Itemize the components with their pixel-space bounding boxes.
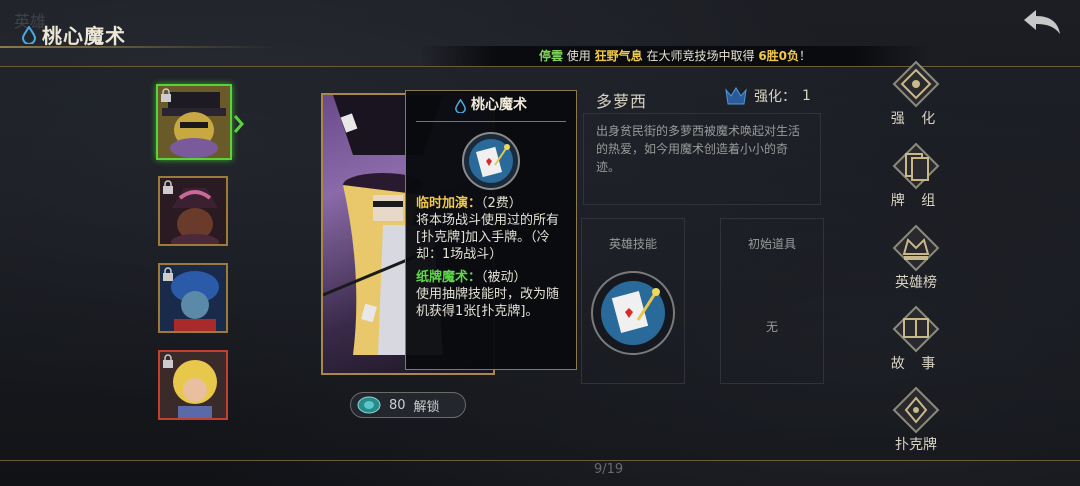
water-drop-icon: [455, 98, 466, 113]
menu-strengthen-label: 强 化: [890, 111, 942, 127]
skill1-block: 临时加演：（2费） 将本场战斗使用过的所有[扑克牌]加入手牌。（冷却：1场战斗）: [416, 195, 566, 263]
marquee-hero: 狂野气息: [594, 49, 643, 63]
strength-label: 强化：: [754, 89, 796, 105]
hero-description: 出身贫民街的多萝西被魔术唤起对生活的热爱，如今用魔术创造着小小的奇迹。: [583, 113, 821, 205]
skill1-name: 临时加演：: [416, 196, 482, 211]
lock-icon: [163, 354, 173, 368]
unlock-label: 解锁: [413, 399, 440, 415]
menu-strengthen[interactable]: 强 化: [884, 60, 948, 128]
page-title-text: 桃心魔术: [42, 24, 126, 48]
back-arrow-icon: [1024, 10, 1060, 34]
selection-arrow-icon: [234, 115, 244, 133]
card-skill-icon[interactable]: [590, 270, 676, 356]
unlock-button[interactable]: 80 解锁: [350, 392, 466, 418]
unlock-cost: 80: [389, 397, 406, 413]
lock-icon: [163, 180, 173, 194]
menu-deck[interactable]: 牌 组: [884, 142, 948, 210]
poker-icon: [892, 386, 940, 434]
marquee-player: 停雲: [538, 49, 563, 63]
card-skill-icon: [462, 132, 520, 190]
menu-leaderboard[interactable]: 英雄榜: [884, 224, 948, 292]
marquee-middle: 在大师竞技场中取得: [646, 49, 755, 63]
hero-slot-4[interactable]: [158, 350, 228, 420]
hero-slot-2[interactable]: [158, 176, 228, 246]
coin-icon: [357, 396, 381, 414]
back-button[interactable]: [1020, 6, 1064, 38]
skill2-name: 纸牌魔术：: [416, 270, 482, 285]
hero-skill-box: 英雄技能: [581, 218, 685, 384]
tooltip-title-text: 桃心魔术: [471, 97, 527, 113]
lock-icon: [163, 267, 173, 281]
marquee-record: 6胜0负: [758, 49, 800, 63]
skill2-type: （被动）: [481, 270, 527, 285]
menu-deck-label: 牌 组: [890, 193, 942, 209]
skill1-cost: （2费）: [481, 196, 522, 211]
marquee-end: ！: [799, 49, 812, 63]
page-title: 桃心魔术: [22, 20, 126, 49]
start-item-label: 初始道具: [747, 237, 796, 251]
hero-name: 多萝西: [596, 92, 648, 111]
tooltip-title: 桃心魔术: [416, 97, 566, 114]
menu-story-label: 故 事: [890, 356, 942, 372]
menu-leaderboard-label: 英雄榜: [895, 275, 937, 291]
menu-poker[interactable]: 扑克牌: [884, 386, 948, 454]
skill2-desc: 使用抽牌技能时，改为随机获得1张[扑克牌]。: [416, 287, 560, 319]
skill1-desc: 将本场战斗使用过的所有[扑克牌]加入手牌。（冷却：1场战斗）: [416, 213, 560, 262]
crown-icon: [725, 87, 747, 105]
hero-slot-1[interactable]: [156, 84, 232, 160]
frame-bottom-line: [0, 460, 1080, 461]
skill-tooltip: 桃心魔术 临时加演：（2费） 将本场战斗使用过的所有[扑克牌]加入手牌。（冷却：…: [405, 90, 577, 370]
strength-value: 1: [802, 88, 811, 104]
announcement-marquee: 停雲 使用 狂野气息 在大师竞技场中取得 6胜0负！: [420, 46, 930, 66]
header-rule: [0, 46, 280, 48]
strengthen-icon: [892, 60, 940, 108]
tooltip-divider: [416, 117, 566, 125]
strength-indicator: 强化： 1: [724, 86, 811, 106]
marquee-verb: 使用: [566, 49, 591, 63]
menu-story[interactable]: 故 事: [884, 305, 948, 373]
menu-poker-label: 扑克牌: [895, 437, 937, 453]
start-item-none: 无: [765, 320, 778, 334]
story-icon: [892, 305, 940, 353]
deck-icon: [892, 142, 940, 190]
start-item-box: 初始道具 无: [720, 218, 824, 384]
leaderboard-icon: [892, 224, 940, 272]
hero-skill-label: 英雄技能: [608, 237, 657, 251]
water-drop-icon: [22, 25, 36, 44]
page-counter: 9/19: [594, 462, 624, 477]
lock-icon: [161, 88, 171, 102]
skill2-block: 纸牌魔术：（被动） 使用抽牌技能时，改为随机获得1张[扑克牌]。: [416, 269, 566, 320]
hero-slot-3[interactable]: [158, 263, 228, 333]
